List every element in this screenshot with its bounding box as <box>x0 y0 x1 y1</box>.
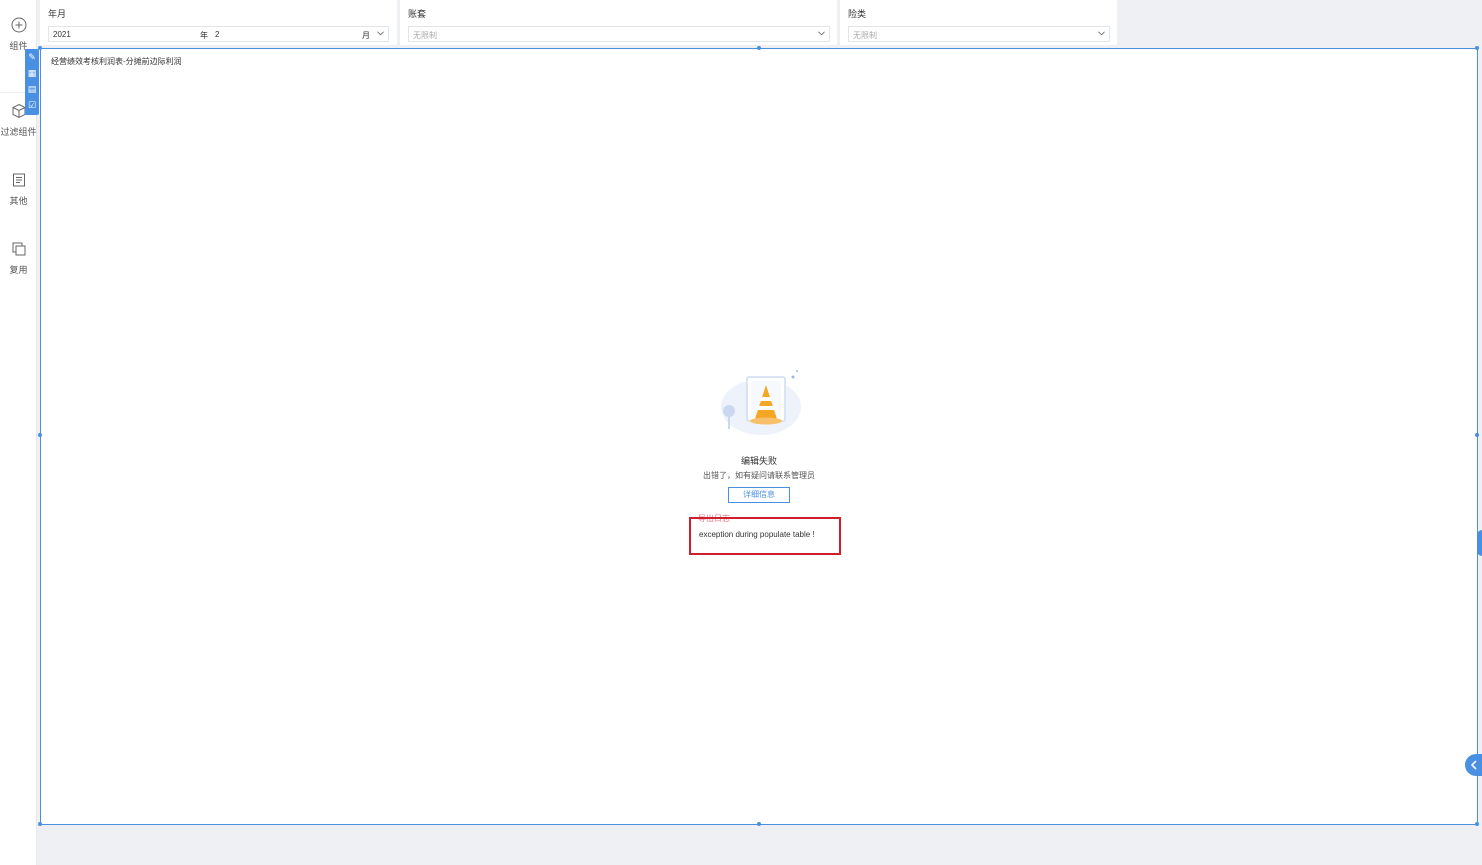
ledger-select[interactable]: 无限制 <box>408 26 830 42</box>
resize-handle[interactable] <box>38 433 42 437</box>
error-illustration <box>721 370 801 435</box>
chevron-down-icon[interactable] <box>818 30 825 37</box>
chevron-down-icon[interactable] <box>377 30 384 37</box>
collapse-panel-button[interactable] <box>1465 754 1482 776</box>
report-panel[interactable]: 经营绩效考核利润表-分摊前边际利润 编辑失败 出错了，如有疑问请联系管理员 详细… <box>38 46 1479 826</box>
ledger-placeholder: 无限制 <box>413 31 437 40</box>
filter-label: 年月 <box>48 9 67 19</box>
month-unit: 月 <box>362 31 370 40</box>
year-unit: 年 <box>200 31 208 40</box>
sidebar-item-label: 过滤组件 <box>0 127 37 137</box>
resize-handle[interactable] <box>38 822 42 826</box>
error-title: 编辑失败 <box>740 456 777 466</box>
filter-label: 险类 <box>848 9 867 19</box>
chevron-down-icon[interactable] <box>1098 30 1105 37</box>
month-value: 2 <box>215 30 220 39</box>
yearmonth-picker[interactable]: 2021 年 2 月 <box>48 26 389 42</box>
panel-title: 经营绩效考核利润表-分摊前边际利润 <box>51 57 182 66</box>
resize-handle[interactable] <box>757 46 761 50</box>
plus-circle-icon <box>11 17 26 33</box>
insurance-select[interactable]: 无限制 <box>848 26 1110 42</box>
edit-icon[interactable]: ✎ <box>25 49 39 65</box>
sidebar-item-reuse[interactable]: 复用 <box>0 241 37 276</box>
filter-ledger: 账套 无限制 <box>400 0 837 45</box>
resize-handle[interactable] <box>1475 822 1479 826</box>
year-value: 2021 <box>53 30 71 39</box>
widget-toolstrip: ✎ ▦ ▤ ☑ <box>25 49 39 115</box>
sidebar-item-label: 复用 <box>9 265 28 275</box>
sidebar-item-other[interactable]: 其他 <box>0 172 37 207</box>
detail-info-button[interactable]: 详细信息 <box>728 487 790 503</box>
error-subtitle: 出错了，如有疑问请联系管理员 <box>703 471 815 480</box>
comment-icon[interactable]: ▤ <box>25 81 39 97</box>
resize-handle[interactable] <box>1475 46 1479 50</box>
filter-yearmonth: 年月 2021 年 2 月 <box>40 0 397 45</box>
resize-handle[interactable] <box>757 822 761 826</box>
left-sidebar: 组件 过滤组件 其他 复用 <box>0 0 37 865</box>
sidebar-item-label: 其他 <box>9 196 28 206</box>
chevron-left-icon <box>1470 760 1477 770</box>
check-square-icon[interactable]: ☑ <box>25 97 39 113</box>
document-icon <box>12 173 25 187</box>
sidebar-item-components[interactable]: 组件 <box>0 17 37 52</box>
insurance-placeholder: 无限制 <box>853 31 877 40</box>
resize-handle[interactable] <box>1475 433 1479 437</box>
chart-icon[interactable]: ▦ <box>25 65 39 81</box>
filter-insurance: 险类 无限制 <box>840 0 1117 45</box>
right-edge-tab[interactable] <box>1477 530 1482 556</box>
filter-label: 账套 <box>408 9 427 19</box>
copy-icon <box>12 242 25 256</box>
error-log-message: exception during populate table ! <box>699 530 815 539</box>
